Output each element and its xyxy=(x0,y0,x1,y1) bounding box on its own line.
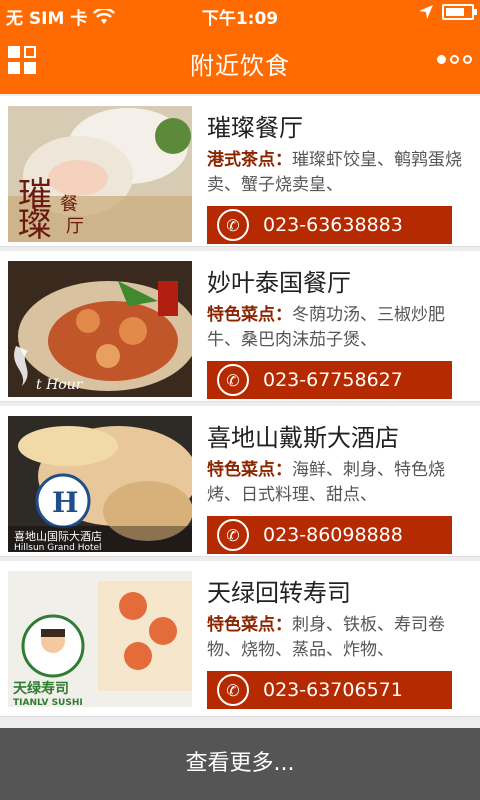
phone-icon: ✆ xyxy=(217,364,249,396)
phone-number: 023-63706571 xyxy=(263,679,403,701)
battery-icon xyxy=(442,4,477,20)
restaurant-description: 特色菜点：海鲜、刺身、特色烧烤、日式料理、甜点、 xyxy=(207,458,462,508)
phone-icon: ✆ xyxy=(217,209,249,241)
svg-text:TIANLV SUSHI: TIANLV SUSHI xyxy=(13,698,83,707)
restaurant-name: 喜地山戴斯大酒店 xyxy=(207,424,399,452)
restaurant-name: 天绿回转寿司 xyxy=(207,579,351,607)
restaurant-thumbnail: 璀 璨 餐 厅 xyxy=(8,106,192,242)
svg-text:厅: 厅 xyxy=(66,216,84,237)
status-right xyxy=(418,4,477,20)
page-title: 附近饮食 xyxy=(190,52,290,80)
dish-tag: 港式茶点： xyxy=(207,150,292,170)
phone-number: 023-63638883 xyxy=(263,214,403,236)
logo-text: 喜地山国际大酒店 xyxy=(14,529,102,543)
svg-text:餐: 餐 xyxy=(60,194,78,215)
phone-icon: ✆ xyxy=(217,674,249,706)
restaurant-card[interactable]: 璀 璨 餐 厅 璀璨餐厅 港式茶点：璀璨虾饺皇、鹌鹑蛋烧卖、蟹子烧卖皇、 ✆ 0… xyxy=(0,96,480,247)
call-button[interactable]: ✆ 023-86098888 xyxy=(207,516,452,554)
call-button[interactable]: ✆ 023-63638883 xyxy=(207,206,452,244)
nav-bar: 附近饮食 xyxy=(0,28,480,94)
dish-tag: 特色菜点： xyxy=(207,305,292,325)
phone-icon: ✆ xyxy=(217,519,249,551)
phone-number: 023-67758627 xyxy=(263,369,403,391)
restaurant-description: 港式茶点：璀璨虾饺皇、鹌鹑蛋烧卖、蟹子烧卖皇、 xyxy=(207,148,462,198)
svg-text:H: H xyxy=(52,486,78,519)
dish-tag: 特色菜点： xyxy=(207,460,292,480)
restaurant-thumbnail: 天绿寿司 TIANLV SUSHI xyxy=(8,571,192,707)
restaurant-card[interactable]: 天绿寿司 TIANLV SUSHI 天绿回转寿司 特色菜点：刺身、铁板、寿司卷物… xyxy=(0,561,480,717)
status-time: 下午1:09 xyxy=(201,9,279,29)
restaurant-description: 特色菜点：冬荫功汤、三椒炒肥牛、桑巴肉沫茄子煲、 xyxy=(207,303,462,353)
restaurant-description: 特色菜点：刺身、铁板、寿司卷物、烧物、蒸品、炸物、 xyxy=(207,613,462,663)
more-options-icon[interactable] xyxy=(437,55,472,64)
restaurant-name: 妙叶泰国餐厅 xyxy=(207,269,351,297)
svg-text:Hillsun Grand Hotel: Hillsun Grand Hotel xyxy=(14,543,102,552)
dish-tag: 特色菜点： xyxy=(207,615,292,635)
call-button[interactable]: ✆ 023-63706571 xyxy=(207,671,452,709)
svg-text:璨: 璨 xyxy=(18,205,52,242)
status-bar: 无 SIM 卡 下午1:09 xyxy=(0,0,480,29)
restaurant-card[interactable]: t Hour 妙叶泰国餐厅 特色菜点：冬荫功汤、三椒炒肥牛、桑巴肉沫茄子煲、 ✆… xyxy=(0,251,480,402)
restaurant-thumbnail: H 喜地山国际大酒店 Hillsun Grand Hotel xyxy=(8,416,192,552)
restaurant-name: 璀璨餐厅 xyxy=(207,114,303,142)
restaurant-thumbnail: t Hour xyxy=(8,261,192,397)
logo-text: t Hour xyxy=(36,377,84,393)
view-more-button[interactable]: 查看更多... xyxy=(0,728,480,800)
call-button[interactable]: ✆ 023-67758627 xyxy=(207,361,452,399)
logo-text: 天绿寿司 xyxy=(13,680,69,697)
location-arrow-icon xyxy=(419,5,433,19)
restaurant-card[interactable]: H 喜地山国际大酒店 Hillsun Grand Hotel 喜地山戴斯大酒店 … xyxy=(0,406,480,557)
phone-number: 023-86098888 xyxy=(263,524,403,546)
